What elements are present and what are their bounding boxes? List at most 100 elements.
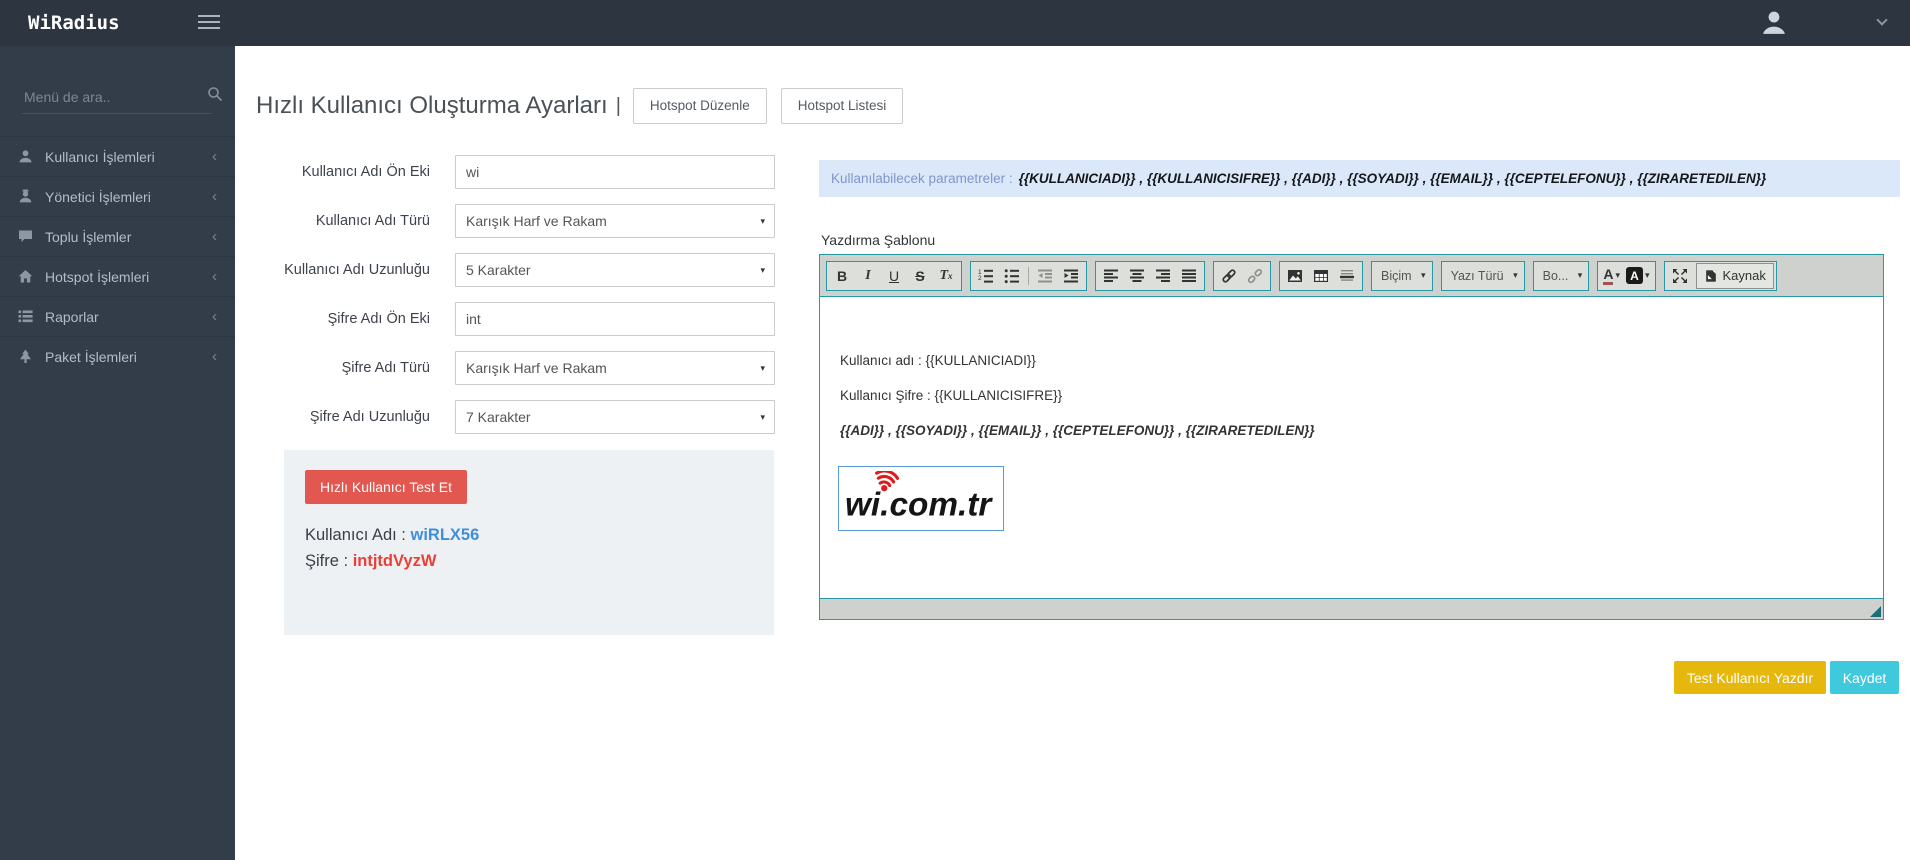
quick-user-test-button[interactable]: Hızlı Kullanıcı Test Et: [305, 470, 468, 504]
username-prefix-input[interactable]: [455, 155, 775, 189]
caret-down-icon: ▾: [1615, 270, 1620, 280]
sidebar-item-label: Paket İşlemleri: [45, 348, 137, 365]
test-username-value: wiRLX56: [410, 526, 480, 544]
sidebar-menu: Kullanıcı İşlemleri ‹ Yönetici İşlemleri…: [0, 136, 235, 376]
user-account-icon[interactable]: [1760, 9, 1788, 37]
username-length-select[interactable]: 5 Karakter ▾: [455, 253, 775, 287]
indent-icon[interactable]: [1058, 263, 1084, 289]
caret-down-icon: ▾: [1577, 270, 1583, 280]
outdent-icon[interactable]: [1032, 263, 1058, 289]
image-icon[interactable]: [1282, 263, 1308, 289]
sidebar-item-kullanici-islemleri[interactable]: Kullanıcı İşlemleri ‹: [0, 136, 235, 176]
parameters-label: Kullanılabilecek parametreler :: [831, 171, 1013, 186]
bulleted-list-icon[interactable]: [999, 263, 1025, 289]
font-dropdown[interactable]: Yazı Türü ▾: [1440, 260, 1525, 291]
chevron-down-icon[interactable]: [1876, 14, 1888, 26]
selected-value: 5 Karakter: [466, 262, 531, 278]
sidebar-item-label: Kullanıcı İşlemleri: [45, 148, 155, 165]
password-length-select[interactable]: 7 Karakter ▾: [455, 400, 775, 434]
caret-down-icon: ▾: [760, 363, 765, 373]
align-right-icon[interactable]: [1150, 263, 1176, 289]
background-color-icon[interactable]: A ▾: [1623, 267, 1653, 284]
editor-resize-handle[interactable]: [1870, 606, 1881, 617]
hotspot-list-button[interactable]: Hotspot Listesi: [780, 88, 904, 124]
align-left-icon[interactable]: [1098, 263, 1124, 289]
app-logo[interactable]: WiRadius: [28, 0, 120, 46]
form-row: Kullanıcı Adı Ön Eki: [256, 155, 776, 189]
save-button[interactable]: Kaydet: [1830, 661, 1899, 694]
username-prefix-label: Kullanıcı Adı Ön Eki: [301, 164, 430, 180]
remove-format-icon[interactable]: Tx: [933, 263, 959, 289]
sidebar-item-raporlar[interactable]: Raporlar ‹: [0, 296, 235, 336]
sidebar-item-label: Raporlar: [45, 308, 99, 325]
print-test-user-button[interactable]: Test Kullanıcı Yazdır: [1674, 661, 1826, 694]
search-icon[interactable]: [207, 86, 223, 107]
selected-value: Karışık Harf ve Rakam: [466, 360, 607, 376]
test-password-label: Şifre :: [305, 552, 353, 570]
sidebar-search-input[interactable]: [22, 87, 207, 106]
editor-content[interactable]: Kullanıcı adı : {{KULLANICIADI}} Kullanı…: [820, 297, 1883, 598]
sidebar-item-label: Toplu İşlemler: [45, 228, 132, 245]
align-justify-icon[interactable]: [1176, 263, 1202, 289]
sidebar-item-yonetici-islemleri[interactable]: Yönetici İşlemleri ‹: [0, 176, 235, 216]
sidebar-item-label: Yönetici İşlemleri: [45, 188, 151, 205]
form-row: Kullanıcı Adı Türü Karışık Harf ve Rakam…: [256, 204, 776, 238]
test-password-row: Şifre : intjtdVyzW: [305, 552, 436, 571]
sidebar-item-toplu-islemler[interactable]: Toplu İşlemler ‹: [0, 216, 235, 256]
page-header: Hızlı Kullanıcı Oluşturma Ayarları | Hot…: [256, 88, 917, 124]
size-dropdown[interactable]: Bo... ▾: [1532, 260, 1590, 291]
form-row: Kullanıcı Adı Uzunluğu 5 Karakter ▾: [256, 253, 776, 287]
link-icon[interactable]: [1216, 263, 1242, 289]
toolbar-group-tools: Kaynak: [1663, 260, 1777, 291]
logo-text: wi.com.tr: [845, 487, 993, 523]
source-icon: [1705, 269, 1716, 282]
test-password-value: intjtdVyzW: [352, 552, 437, 570]
maximize-icon[interactable]: [1667, 263, 1693, 289]
username-type-select[interactable]: Karışık Harf ve Rakam ▾: [455, 204, 775, 238]
bold-icon[interactable]: B: [829, 263, 855, 289]
chevron-left-icon: ‹: [212, 188, 217, 205]
chevron-left-icon: ‹: [212, 268, 217, 285]
unlink-icon[interactable]: [1242, 263, 1268, 289]
template-line-parameters: {{ADI}} , {{SOYADI}} , {{EMAIL}} , {{CEP…: [840, 423, 1315, 438]
caret-down-icon: ▾: [760, 265, 765, 275]
strikethrough-icon[interactable]: S: [907, 263, 933, 289]
source-button[interactable]: Kaynak: [1695, 262, 1774, 289]
chevron-left-icon: ‹: [212, 348, 217, 365]
selected-value: Karışık Harf ve Rakam: [466, 213, 607, 229]
toolbar-group-colors: A ▾ A ▾: [1597, 260, 1656, 291]
title-separator: |: [615, 94, 621, 117]
password-prefix-input[interactable]: [455, 302, 775, 336]
username-type-label: Kullanıcı Adı Türü: [315, 213, 430, 229]
top-navbar: WiRadius: [0, 0, 1910, 46]
username-length-label: Kullanıcı Adı Uzunluğu: [284, 262, 430, 278]
horizontal-rule-icon[interactable]: [1334, 263, 1360, 289]
chevron-left-icon: ‹: [212, 228, 217, 245]
chevron-left-icon: ‹: [212, 148, 217, 165]
numbered-list-icon[interactable]: 12: [973, 263, 999, 289]
underline-icon[interactable]: U: [881, 263, 907, 289]
align-center-icon[interactable]: [1124, 263, 1150, 289]
italic-icon[interactable]: I: [855, 263, 881, 289]
parameters-list: {{KULLANICIADI}} , {{KULLANICISIFRE}} , …: [1018, 171, 1767, 186]
font-dropdown-value: Yazı Türü: [1450, 268, 1504, 283]
toolbar-group-lists: 12: [970, 260, 1087, 291]
hotspot-edit-button[interactable]: Hotspot Düzenle: [632, 88, 767, 124]
sidebar-item-paket-islemleri[interactable]: Paket İşlemleri ‹: [0, 336, 235, 376]
password-prefix-label: Şifre Adı Ön Eki: [327, 311, 430, 327]
password-type-select[interactable]: Karışık Harf ve Rakam ▾: [455, 351, 775, 385]
template-line-password: Kullanıcı Şifre : {{KULLANICISIFRE}}: [840, 388, 1063, 403]
format-dropdown[interactable]: Biçim ▾: [1371, 260, 1433, 291]
svg-text:2: 2: [978, 275, 982, 282]
table-icon[interactable]: [1308, 263, 1334, 289]
wi-com-tr-logo[interactable]: wi.com.tr: [838, 466, 1004, 531]
editor-bottom-bar: [820, 598, 1883, 619]
toolbar-group-links: [1213, 260, 1271, 291]
sidebar-item-hotspot-islemleri[interactable]: Hotspot İşlemleri ‹: [0, 256, 235, 296]
rich-text-editor: B I U S Tx 12 Biçim ▾ Yazı Türü ▾ Bo... …: [819, 254, 1884, 620]
toolbar-divider: [1028, 266, 1029, 285]
hamburger-menu-icon[interactable]: [198, 15, 220, 31]
toolbar-group-align: [1095, 260, 1205, 291]
selected-value: 7 Karakter: [466, 409, 531, 425]
text-color-icon[interactable]: A ▾: [1600, 266, 1623, 285]
